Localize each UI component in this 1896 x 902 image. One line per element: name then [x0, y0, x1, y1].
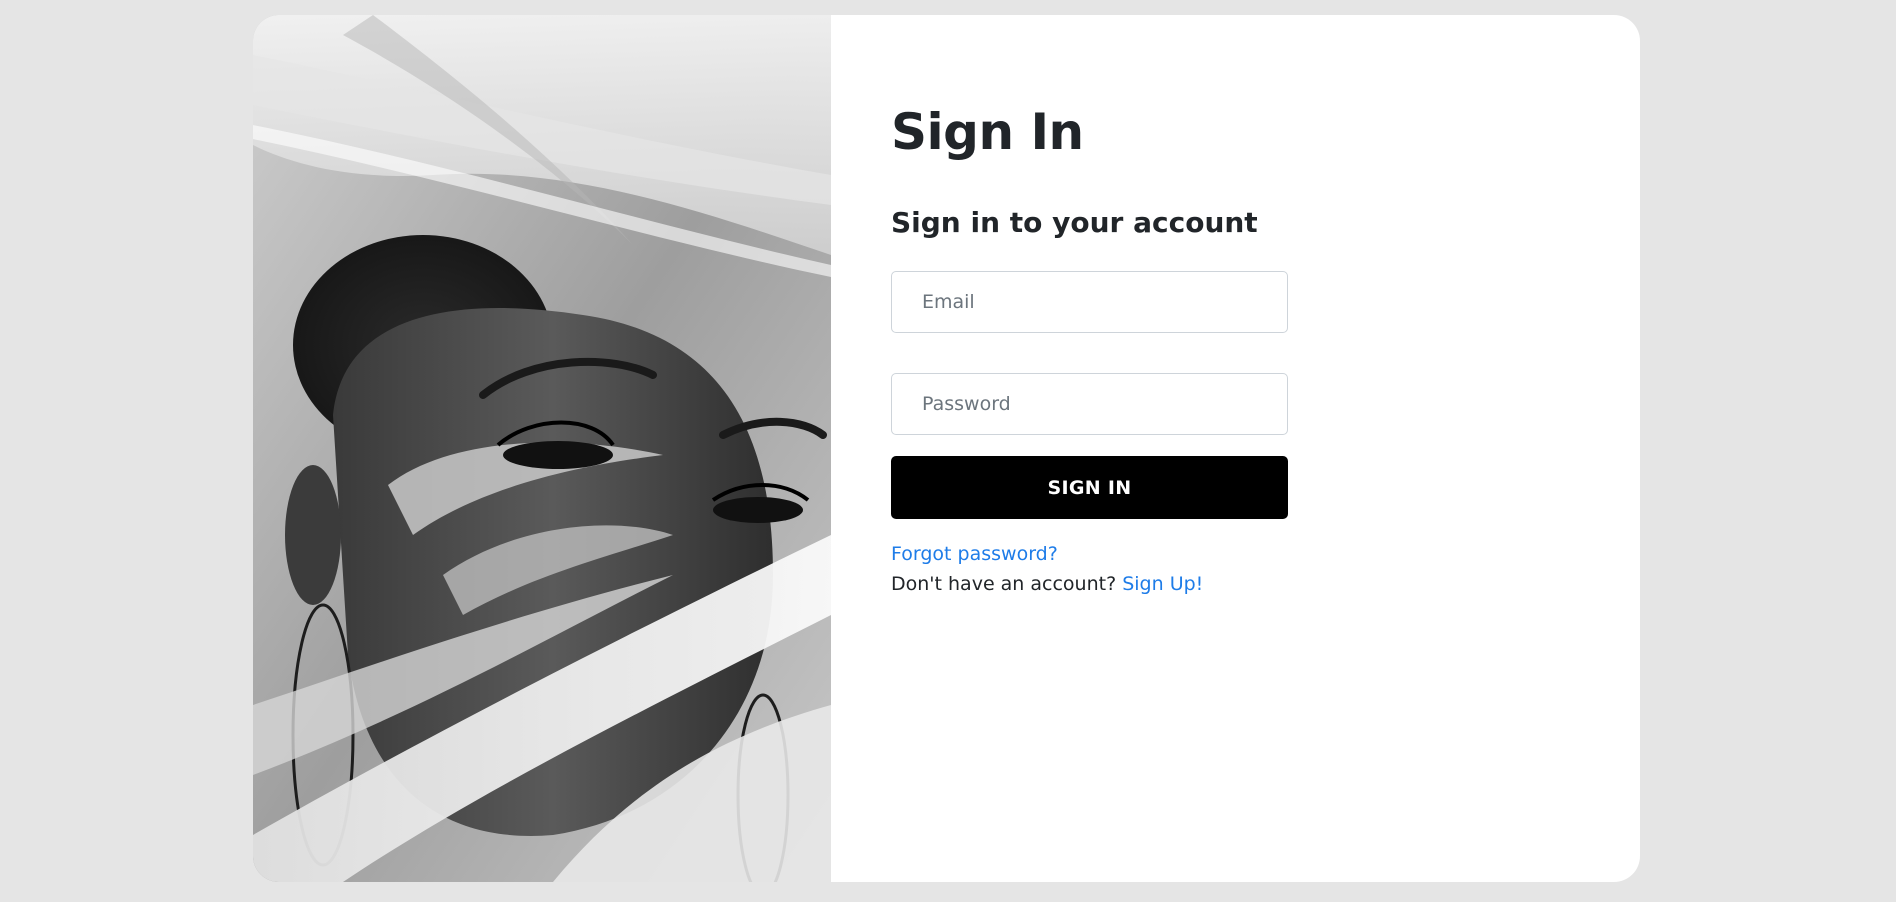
hero-photo: [253, 15, 831, 882]
signin-card: Sign In Sign in to your account SIGN IN …: [253, 15, 1640, 882]
password-field[interactable]: [891, 373, 1288, 435]
email-field[interactable]: [891, 271, 1288, 333]
page-title: Sign In: [891, 103, 1084, 161]
sign-up-link[interactable]: Sign Up!: [1122, 573, 1203, 595]
page-subtitle: Sign in to your account: [891, 206, 1258, 239]
portrait-photo-icon: [253, 15, 831, 882]
signin-form: Sign In Sign in to your account SIGN IN …: [831, 15, 1640, 882]
signup-row: Don't have an account? Sign Up!: [891, 573, 1203, 595]
no-account-text: Don't have an account?: [891, 573, 1123, 595]
forgot-password-link[interactable]: Forgot password?: [891, 543, 1058, 565]
sign-in-button[interactable]: SIGN IN: [891, 456, 1288, 519]
